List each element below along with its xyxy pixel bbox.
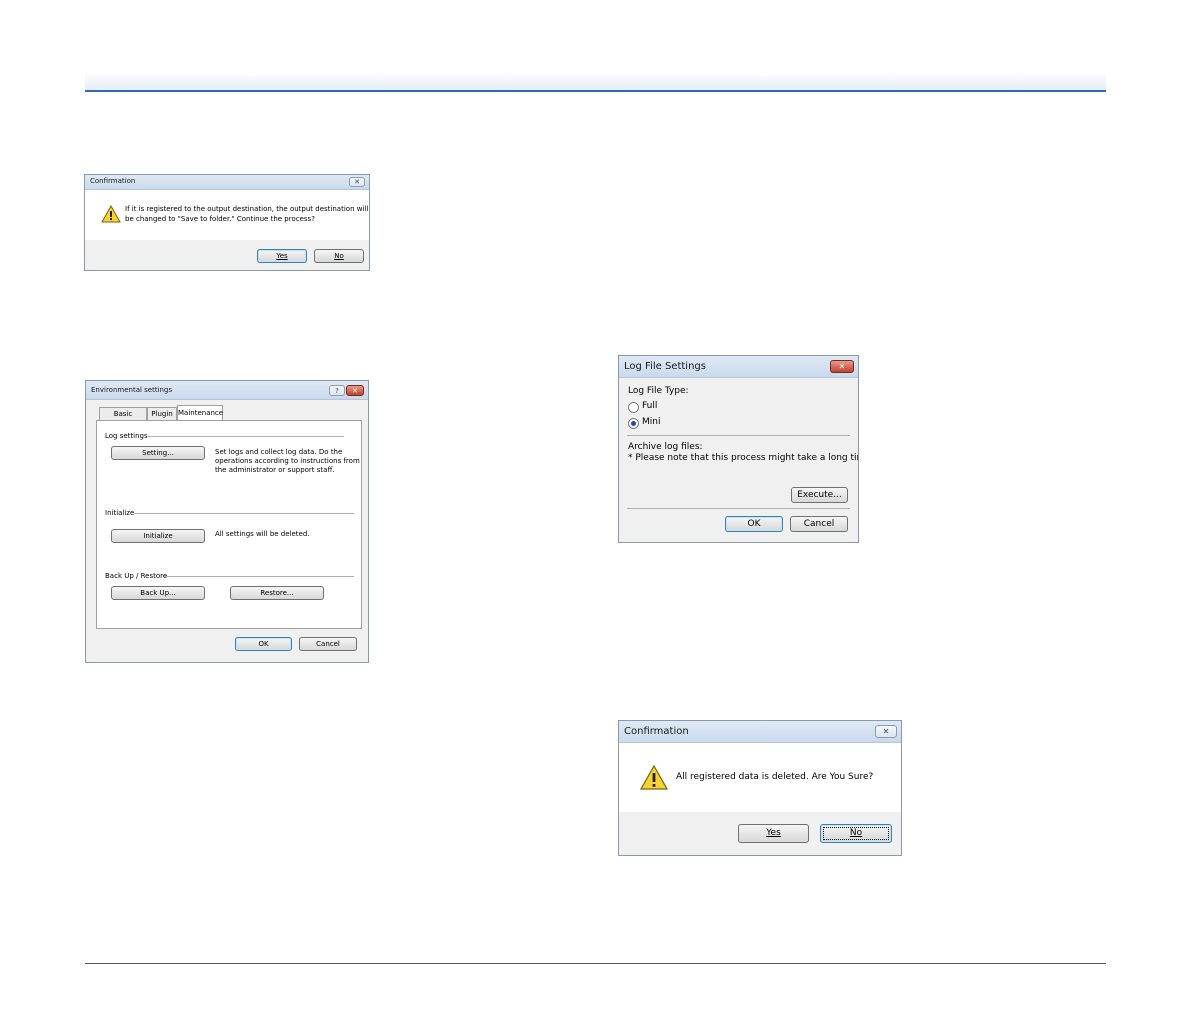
back-up-button[interactable]: Back Up...: [111, 586, 205, 600]
setting-label: Setting...: [142, 449, 174, 457]
tab-label: Plugin: [151, 410, 173, 418]
initialize-button[interactable]: Initialize: [111, 529, 205, 543]
log-description-3: the administrator or support staff.: [215, 466, 335, 474]
tab-plugin[interactable]: Plugin: [147, 407, 177, 420]
full-radio[interactable]: [628, 402, 639, 413]
radio-selected-dot: [631, 421, 636, 426]
ok-label: OK: [258, 640, 269, 648]
full-label: Full: [642, 401, 658, 411]
help-button[interactable]: ?: [329, 385, 345, 396]
backup-restore-divider: [164, 576, 354, 577]
confirmation-message: All registered data is deleted. Are You …: [676, 772, 874, 782]
tab-basic-settings[interactable]: Basic settings: [99, 407, 147, 430]
restore-button[interactable]: Restore...: [230, 586, 324, 600]
close-icon: ✕: [354, 178, 360, 186]
ok-label: OK: [747, 519, 761, 529]
page-header-band: [85, 72, 1106, 90]
mini-label: Mini: [642, 417, 661, 427]
ok-button[interactable]: OK: [725, 516, 783, 532]
log-description-1: Set logs and collect log data. Do the: [215, 448, 343, 456]
dialog-title: Log File Settings: [624, 361, 706, 372]
warning-icon: [101, 205, 121, 223]
yes-button[interactable]: Yes: [257, 249, 307, 263]
archive-label: Archive log files:: [628, 442, 703, 452]
log-settings-divider: [148, 436, 344, 437]
message-line-1: If it is registered to the output destin…: [125, 205, 369, 213]
close-button[interactable]: ✕: [875, 725, 897, 738]
backup-restore-label: Back Up / Restore: [105, 572, 168, 580]
log-settings-label: Log settings: [105, 432, 148, 440]
confirmation-dialog-large: Confirmation ✕ All registered data is de…: [618, 720, 902, 856]
initialize-button-label: Initialize: [143, 532, 173, 540]
yes-button[interactable]: Yes: [738, 824, 809, 843]
page-header-rule: [85, 90, 1106, 92]
yes-label: Yes: [276, 252, 288, 260]
close-button[interactable]: ✕: [830, 360, 854, 373]
cancel-label: Cancel: [803, 519, 835, 529]
initialize-divider: [134, 513, 354, 514]
close-button[interactable]: ✕: [346, 385, 364, 396]
close-icon: ✕: [352, 387, 358, 395]
log-file-settings-dialog: Log File Settings ✕ Log File Type: Full …: [618, 355, 859, 543]
environmental-settings-dialog: Environmental settings ? ✕ Basic setting…: [85, 380, 369, 663]
dialog-title: Confirmation: [624, 726, 689, 737]
cancel-button[interactable]: Cancel: [299, 637, 357, 651]
cancel-button[interactable]: Cancel: [790, 516, 848, 532]
help-icon: ?: [335, 387, 339, 395]
tab-maintenance[interactable]: Maintenance: [177, 405, 223, 421]
close-button[interactable]: ✕: [349, 177, 365, 187]
close-icon: ✕: [838, 362, 846, 371]
page-footer-rule: [85, 963, 1106, 964]
cancel-label: Cancel: [316, 640, 340, 648]
no-button[interactable]: No: [314, 249, 364, 263]
execute-label: Execute...: [797, 490, 842, 500]
restore-label: Restore...: [260, 589, 294, 597]
no-label: No: [334, 252, 344, 260]
initialize-description: All settings will be deleted.: [215, 530, 310, 538]
yes-label: Yes: [766, 828, 781, 838]
no-label: No: [849, 828, 863, 838]
dialog-title: Confirmation: [90, 177, 136, 185]
initialize-label: Initialize: [105, 509, 135, 517]
dialog-title: Environmental settings: [91, 386, 173, 394]
mini-radio[interactable]: [628, 418, 639, 429]
log-description-2: operations according to instructions fro…: [215, 457, 360, 465]
setting-button[interactable]: Setting...: [111, 446, 205, 460]
title-bar[interactable]: Confirmation ✕: [85, 175, 369, 190]
divider-2: [627, 508, 850, 509]
no-button[interactable]: No: [820, 824, 892, 843]
archive-note: * Please note that this process might ta…: [628, 453, 859, 463]
confirmation-dialog-small: Confirmation ✕ If it is registered to th…: [84, 174, 370, 271]
back-up-label: Back Up...: [140, 589, 176, 597]
log-file-type-label: Log File Type:: [628, 386, 689, 396]
tab-label: Maintenance: [178, 409, 224, 417]
close-icon: ✕: [882, 727, 890, 736]
title-bar[interactable]: Confirmation ✕: [619, 721, 901, 743]
title-bar[interactable]: Environmental settings ? ✕: [86, 381, 368, 400]
divider-1: [627, 435, 850, 436]
execute-button[interactable]: Execute...: [791, 487, 848, 503]
message-line-2: be changed to "Save to folder." Continue…: [125, 215, 315, 223]
warning-icon: [640, 765, 668, 790]
ok-button[interactable]: OK: [235, 637, 292, 651]
title-bar[interactable]: Log File Settings ✕: [619, 356, 858, 378]
